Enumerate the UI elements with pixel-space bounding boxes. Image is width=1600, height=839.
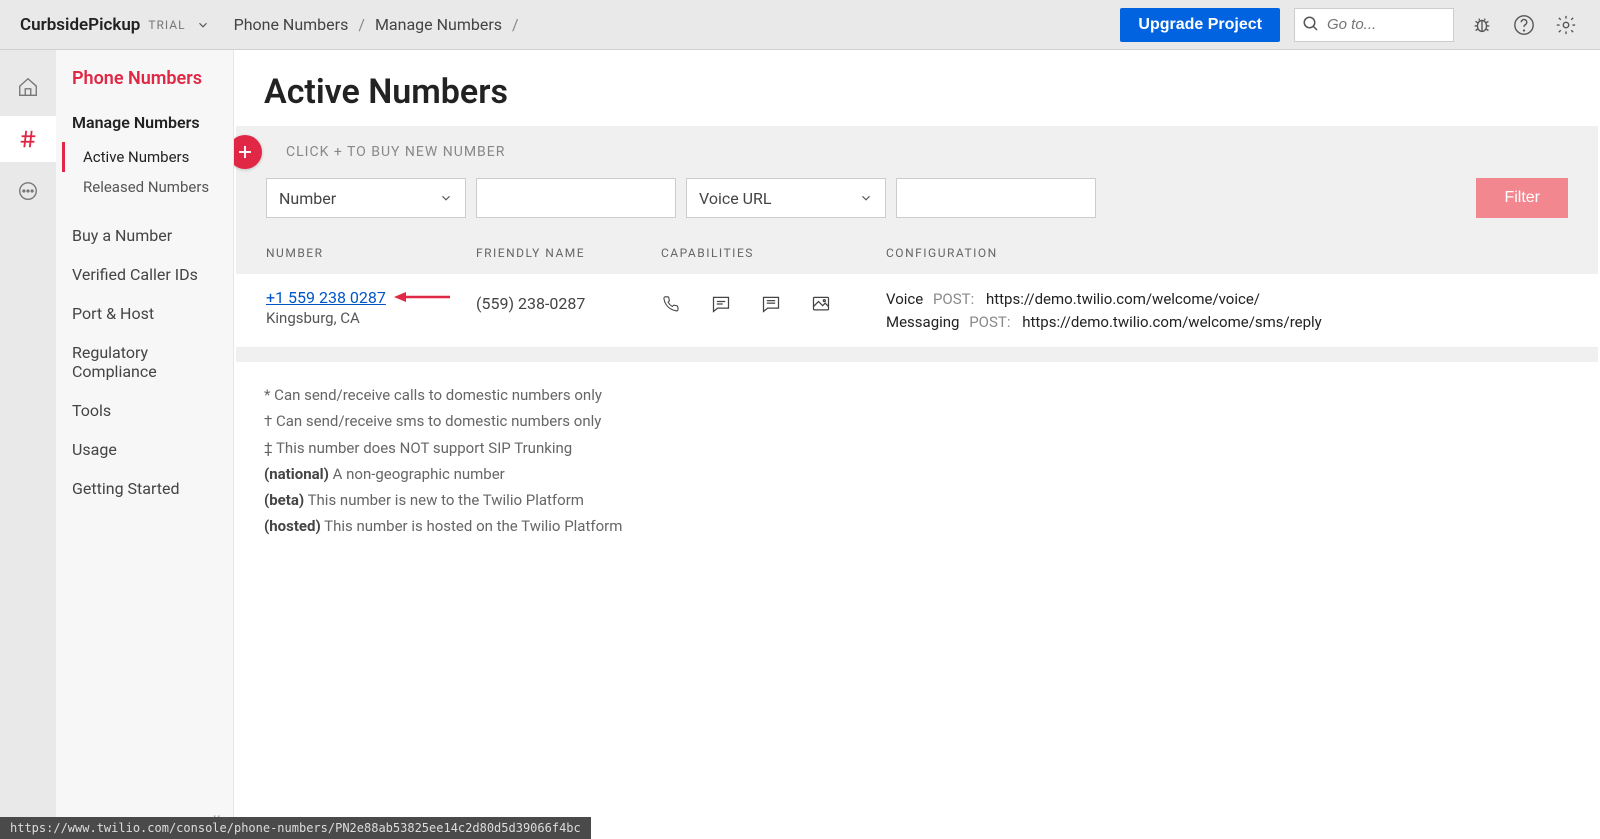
trial-badge: TRIAL (148, 18, 185, 32)
main-content: Active Numbers CLICK + TO BUY NEW NUMBER… (234, 50, 1600, 839)
friendly-name: (559) 238-0287 (476, 288, 661, 313)
debug-icon[interactable] (1468, 11, 1496, 39)
help-icon[interactable] (1510, 11, 1538, 39)
config-voice-url: https://demo.twilio.com/welcome/voice/ (986, 290, 1260, 308)
capabilities-icons (661, 288, 886, 318)
sidebar-item-released-numbers[interactable]: Released Numbers (62, 172, 233, 202)
filter-field-select[interactable]: Number (266, 178, 466, 218)
top-header: CurbsidePickup TRIAL Phone Numbers / Man… (0, 0, 1600, 50)
col-header-capabilities: CAPABILITIES (661, 246, 886, 260)
page-title: Active Numbers (234, 50, 1600, 126)
phone-number-link[interactable]: +1 559 238 0287 (266, 288, 386, 307)
fax-capability-icon (761, 294, 781, 318)
rail-more-icon[interactable] (0, 168, 56, 214)
col-header-friendly: FRIENDLY NAME (476, 246, 661, 260)
config-voice-method: POST: (933, 290, 974, 308)
search-icon (1302, 15, 1320, 37)
voice-capability-icon (661, 294, 681, 318)
sms-capability-icon (711, 294, 731, 318)
project-chevron-icon[interactable] (196, 18, 210, 32)
config-voice-label: Voice (886, 290, 923, 308)
settings-gear-icon[interactable] (1552, 11, 1580, 39)
phone-location: Kingsburg, CA (266, 309, 476, 327)
rail-home-icon[interactable] (0, 64, 56, 110)
select-label: Voice URL (699, 189, 772, 208)
select-label: Number (279, 189, 336, 208)
breadcrumb: Phone Numbers / Manage Numbers / (230, 15, 525, 34)
configuration-cell: Voice POST: https://demo.twilio.com/welc… (886, 288, 1568, 333)
sidebar-link-tools[interactable]: Tools (56, 391, 233, 430)
sidebar-link-regulatory[interactable]: Regulatory Compliance (56, 333, 233, 391)
filter-value-input-2[interactable] (896, 178, 1096, 218)
footnote: † Can send/receive sms to domestic numbe… (264, 408, 1570, 434)
chevron-down-icon (439, 191, 453, 205)
sidebar-link-port[interactable]: Port & Host (56, 294, 233, 333)
sidebar-title[interactable]: Phone Numbers (56, 68, 233, 107)
sidebar-section-manage[interactable]: Manage Numbers (56, 107, 233, 138)
footnote: (beta) This number is new to the Twilio … (264, 487, 1570, 513)
arrow-annotation-icon (394, 290, 450, 308)
add-number-button[interactable] (234, 135, 262, 169)
browser-status-bar: https://www.twilio.com/console/phone-num… (0, 817, 591, 839)
add-hint-text: CLICK + TO BUY NEW NUMBER (286, 144, 505, 160)
footnote: ‡ This number does NOT support SIP Trunk… (264, 435, 1570, 461)
sidebar-link-buy[interactable]: Buy a Number (56, 216, 233, 255)
breadcrumb-item[interactable]: Manage Numbers (375, 15, 502, 34)
table-row: +1 559 238 0287 Kingsburg, CA (559) 238-… (236, 274, 1598, 348)
sidebar-link-verified[interactable]: Verified Caller IDs (56, 255, 233, 294)
config-msg-label: Messaging (886, 313, 959, 331)
sidebar: Phone Numbers Manage Numbers Active Numb… (56, 50, 234, 839)
footnote: (national) A non-geographic number (264, 461, 1570, 487)
breadcrumb-sep: / (358, 15, 365, 34)
breadcrumb-sep: / (512, 15, 519, 34)
add-number-bar: CLICK + TO BUY NEW NUMBER (236, 126, 1598, 178)
icon-rail (0, 50, 56, 839)
filter-field-select-2[interactable]: Voice URL (686, 178, 886, 218)
sidebar-link-usage[interactable]: Usage (56, 430, 233, 469)
table-header: NUMBER FRIENDLY NAME CAPABILITIES CONFIG… (236, 234, 1598, 274)
sidebar-link-getting-started[interactable]: Getting Started (56, 469, 233, 508)
col-header-configuration: CONFIGURATION (886, 246, 1568, 260)
mms-capability-icon (811, 294, 831, 318)
rail-hash-icon[interactable] (0, 116, 56, 162)
upgrade-project-button[interactable]: Upgrade Project (1120, 8, 1280, 42)
chevron-down-icon (859, 191, 873, 205)
filter-button[interactable]: Filter (1476, 178, 1568, 218)
search-box (1294, 8, 1454, 42)
table-spacer (236, 348, 1598, 362)
footnote: (hosted) This number is hosted on the Tw… (264, 513, 1570, 539)
config-msg-url: https://demo.twilio.com/welcome/sms/repl… (1022, 313, 1322, 331)
sidebar-item-active-numbers[interactable]: Active Numbers (62, 142, 233, 172)
footnotes: * Can send/receive calls to domestic num… (234, 362, 1600, 560)
col-header-number: NUMBER (266, 246, 476, 260)
breadcrumb-item[interactable]: Phone Numbers (234, 15, 349, 34)
footnote: * Can send/receive calls to domestic num… (264, 382, 1570, 408)
filter-row: Number Voice URL Filter (236, 178, 1598, 234)
config-msg-method: POST: (969, 313, 1010, 331)
filter-value-input-1[interactable] (476, 178, 676, 218)
project-name[interactable]: CurbsidePickup (20, 15, 140, 35)
